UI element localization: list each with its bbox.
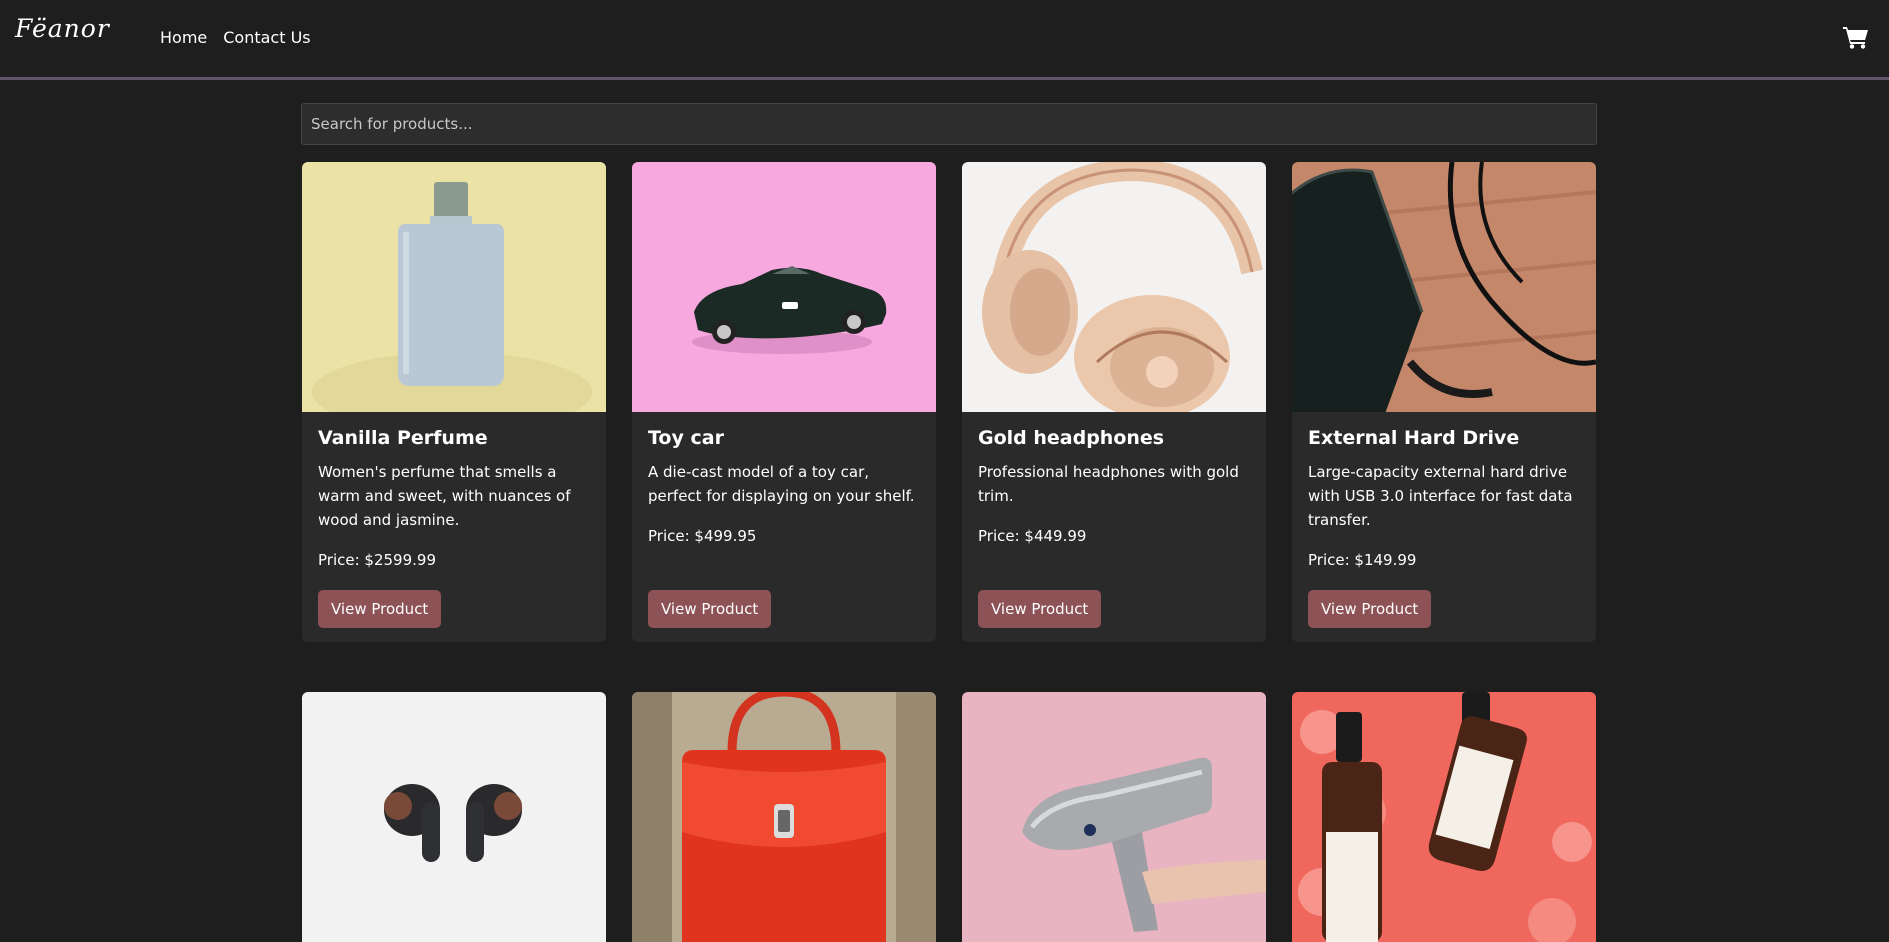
product-image-handbag[interactable] (632, 692, 936, 942)
product-price: Price: $2599.99 (318, 551, 436, 569)
product-description: Large-capacity external hard drive with … (1308, 463, 1573, 529)
product-image-hair-dryer[interactable] (962, 692, 1266, 942)
product-image-serum[interactable] (1292, 692, 1596, 942)
product-image-hard-drive[interactable] (1292, 162, 1596, 412)
product-description: Women's perfume that smells a warm and s… (318, 463, 571, 529)
nav-home-link[interactable]: Home (160, 28, 207, 47)
product-card: Toy car A die-cast model of a toy car, p… (632, 162, 936, 642)
nav-contact-link[interactable]: Contact Us (223, 28, 310, 47)
product-title[interactable]: Vanilla Perfume (318, 427, 488, 449)
product-card: Vanilla Perfume Women's perfume that sme… (302, 162, 606, 642)
product-image-earbuds[interactable] (302, 692, 606, 942)
product-card: Gold headphones Professional headphones … (962, 162, 1266, 642)
view-product-button[interactable]: View Product (648, 590, 772, 628)
product-title[interactable]: Toy car (648, 427, 724, 449)
product-image-perfume[interactable] (302, 162, 606, 412)
view-product-button[interactable]: View Product (978, 590, 1102, 628)
product-card (962, 692, 1266, 942)
toy-car-icon (632, 162, 936, 412)
nav-links: Home Contact Us (160, 28, 311, 47)
handbag-icon (632, 692, 936, 942)
view-product-button[interactable]: View Product (1308, 590, 1432, 628)
product-card: External Hard Drive Large-capacity exter… (1292, 162, 1596, 642)
hair-dryer-icon (962, 692, 1266, 942)
search-input[interactable] (301, 103, 1597, 145)
product-image-headphones[interactable] (962, 162, 1266, 412)
product-image-toy-car[interactable] (632, 162, 936, 412)
view-product-button[interactable]: View Product (318, 590, 442, 628)
product-card (1292, 692, 1596, 942)
serum-bottles-icon (1292, 692, 1596, 942)
product-description: A die-cast model of a toy car, perfect f… (648, 463, 915, 505)
product-card (302, 692, 606, 942)
product-price: Price: $149.99 (1308, 551, 1417, 569)
headphones-icon (962, 162, 1266, 412)
product-price: Price: $499.95 (648, 527, 757, 545)
navbar: Fëanor Home Contact Us (0, 0, 1889, 80)
product-card (632, 692, 936, 942)
hard-drive-icon (1292, 162, 1596, 412)
perfume-bottle-icon (302, 162, 606, 412)
brand-logo[interactable]: Fëanor (15, 14, 110, 43)
product-price: Price: $449.99 (978, 527, 1087, 545)
earbuds-icon (302, 692, 606, 942)
cart-icon[interactable] (1843, 25, 1869, 49)
product-title[interactable]: Gold headphones (978, 427, 1164, 449)
product-title[interactable]: External Hard Drive (1308, 427, 1519, 449)
product-description: Professional headphones with gold trim. (978, 463, 1239, 505)
